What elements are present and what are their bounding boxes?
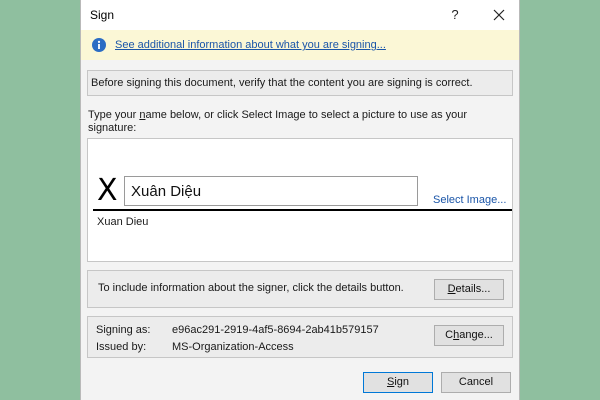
dialog-title: Sign bbox=[90, 8, 115, 22]
signing-as-label: Signing as: bbox=[96, 324, 151, 336]
instructions-part1: Type your bbox=[88, 109, 140, 121]
details-text: To include information about the signer,… bbox=[98, 282, 404, 294]
info-icon bbox=[92, 38, 106, 52]
close-icon bbox=[493, 9, 505, 21]
change-label-pre: C bbox=[445, 329, 454, 341]
details-button[interactable]: Details... bbox=[434, 279, 504, 300]
details-section: To include information about the signer,… bbox=[87, 270, 513, 308]
instructions-part2: ame below, or click Select Image to sele… bbox=[88, 109, 468, 134]
signing-as-value: e96ac291-2919-4af5-8694-2ab41b579157 bbox=[172, 324, 379, 336]
verify-notice: Before signing this document, verify tha… bbox=[87, 70, 513, 96]
close-button[interactable] bbox=[487, 4, 511, 26]
help-button[interactable]: ? bbox=[444, 4, 466, 26]
select-image-link[interactable]: Select Image... bbox=[433, 194, 506, 206]
sign-dialog: Sign ? See additional information about … bbox=[80, 0, 520, 400]
sign-button-label: ign bbox=[394, 376, 410, 388]
signature-x-mark: X bbox=[97, 173, 118, 208]
signature-instructions: Type your name below, or click Select Im… bbox=[88, 109, 498, 135]
change-label-post: ange... bbox=[459, 329, 493, 341]
details-access-key: D bbox=[447, 283, 456, 295]
signature-name-input[interactable] bbox=[124, 176, 418, 206]
title-bar: Sign ? bbox=[81, 0, 519, 30]
issued-by-value: MS-Organization-Access bbox=[172, 341, 294, 353]
signature-line bbox=[93, 209, 512, 211]
issued-by-label: Issued by: bbox=[96, 341, 147, 353]
cancel-button[interactable]: Cancel bbox=[441, 372, 511, 393]
signing-info-section: Signing as: e96ac291-2919-4af5-8694-2ab4… bbox=[87, 316, 513, 358]
signer-name: Xuan Dieu bbox=[97, 216, 149, 228]
verify-text: Before signing this document, verify tha… bbox=[91, 77, 473, 89]
info-bar: See additional information about what yo… bbox=[81, 30, 519, 60]
details-button-label: etails... bbox=[455, 283, 491, 295]
change-button[interactable]: Change... bbox=[434, 325, 504, 346]
additional-info-link[interactable]: See additional information about what yo… bbox=[115, 39, 386, 51]
sign-button[interactable]: Sign bbox=[363, 372, 433, 393]
signature-area: X Select Image... Xuan Dieu bbox=[87, 138, 513, 262]
